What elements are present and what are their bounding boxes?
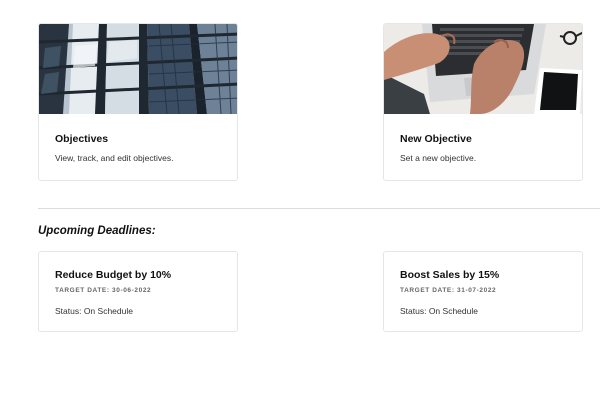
section-divider	[38, 208, 600, 209]
page: Objectives View, track, and edit objecti…	[0, 0, 600, 400]
objectives-card-description: View, track, and edit objectives.	[55, 153, 174, 163]
new-objective-card-description: Set a new objective.	[400, 153, 477, 163]
deadline-title: Boost Sales by 15%	[400, 269, 500, 281]
new-objective-card[interactable]: New Objective Set a new objective.	[383, 23, 583, 181]
deadline-title: Reduce Budget by 10%	[55, 269, 172, 281]
deadline-status: Status: On Schedule	[55, 306, 133, 316]
building-facade-image	[39, 24, 237, 114]
laptop-typing-image	[384, 24, 582, 114]
deadline-card[interactable]: Boost Sales by 15% TARGET DATE: 31-07-20…	[383, 251, 583, 332]
upcoming-deadlines-heading: Upcoming Deadlines:	[38, 225, 156, 237]
deadline-status: Status: On Schedule	[400, 306, 478, 316]
deadline-target-date: TARGET DATE: 30-06-2022	[55, 287, 152, 294]
objectives-card[interactable]: Objectives View, track, and edit objecti…	[38, 23, 238, 181]
new-objective-card-title: New Objective	[400, 133, 472, 145]
deadline-target-date: TARGET DATE: 31-07-2022	[400, 287, 497, 294]
objectives-card-title: Objectives	[55, 133, 109, 145]
deadline-card[interactable]: Reduce Budget by 10% TARGET DATE: 30-06-…	[38, 251, 238, 332]
